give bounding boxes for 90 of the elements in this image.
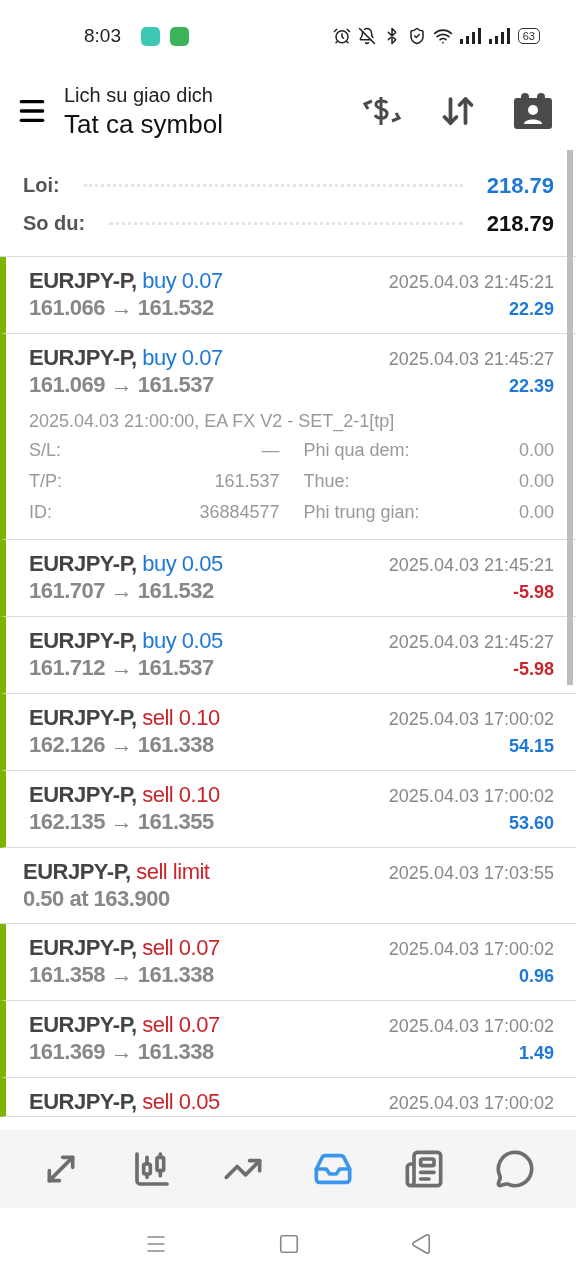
detail-label: Thue: bbox=[303, 470, 350, 493]
nav-tab[interactable] bbox=[494, 1149, 535, 1189]
deal-time: 2025.04.03 21:45:27 bbox=[388, 348, 554, 371]
detail-value: 0.00 bbox=[518, 501, 554, 524]
symbol-label: EURJPY-P, bbox=[29, 345, 137, 370]
deal-type: sell 0.10 bbox=[142, 782, 220, 807]
profit-value: -5.98 bbox=[512, 581, 554, 604]
deal-row[interactable]: EURJPY-P, sell limit 2025.04.03 17:03:55 0.50 at 163.900 bbox=[0, 848, 576, 924]
candlestick-icon bbox=[132, 1149, 172, 1189]
price-range: 161.358 → 161.338 bbox=[29, 962, 214, 988]
deal-type: sell 0.07 bbox=[142, 1012, 220, 1037]
price-range: 162.135 → 161.355 bbox=[29, 809, 214, 835]
price-range: 161.707 → 161.532 bbox=[29, 578, 214, 604]
price-range: 161.066 → 161.532 bbox=[29, 295, 214, 321]
calendar-contact-icon[interactable] bbox=[514, 93, 552, 129]
deal-type: buy 0.05 bbox=[142, 628, 223, 653]
detail-label: T/P: bbox=[29, 470, 62, 493]
nav-tab[interactable] bbox=[403, 1149, 444, 1189]
deal-row[interactable]: EURJPY-P, sell 0.10 2025.04.03 17:00:02 162.135 → 161.355 53.60 bbox=[0, 771, 576, 848]
deal-time: 2025.04.03 17:03:55 bbox=[388, 862, 554, 885]
summary-value: 218.79 bbox=[486, 209, 554, 238]
deal-type: sell limit bbox=[136, 859, 210, 884]
deal-time: 2025.04.03 17:00:02 bbox=[388, 938, 554, 961]
header-title: Tat ca symbol bbox=[64, 108, 224, 140]
profit-value: 22.29 bbox=[508, 298, 554, 321]
deal-time: 2025.04.03 21:45:27 bbox=[388, 631, 554, 654]
detail-value: 0.00 bbox=[518, 439, 554, 462]
home-icon[interactable] bbox=[278, 1233, 300, 1255]
deal-type: buy 0.07 bbox=[142, 345, 223, 370]
deal-row[interactable]: EURJPY-P, sell 0.07 2025.04.03 17:00:02 161.358 → 161.338 0.96 bbox=[0, 924, 576, 1001]
scrollbar[interactable] bbox=[567, 150, 573, 685]
detail-label: Phi trung gian: bbox=[303, 501, 420, 524]
symbol-label: EURJPY-P, bbox=[23, 859, 131, 884]
chat-icon bbox=[494, 1149, 535, 1189]
wifi-icon bbox=[432, 26, 453, 46]
summary-label: Loi: bbox=[23, 173, 60, 198]
deal-time: 2025.04.03 17:00:02 bbox=[388, 1015, 554, 1038]
price-range: 162.126 → 161.338 bbox=[29, 732, 214, 758]
symbol-label: EURJPY-P, bbox=[29, 268, 137, 293]
deal-type: buy 0.05 bbox=[142, 551, 223, 576]
profit-value: 54.15 bbox=[508, 735, 554, 758]
deal-time: 2025.04.03 21:45:21 bbox=[388, 554, 554, 577]
back-icon[interactable] bbox=[410, 1233, 432, 1255]
deal-time: 2025.04.03 17:00:02 bbox=[388, 785, 554, 808]
deal-type: sell 0.10 bbox=[142, 705, 220, 730]
deal-type: sell 0.07 bbox=[142, 935, 220, 960]
battery-icon: 63 bbox=[517, 28, 540, 44]
profit-value: -5.98 bbox=[512, 658, 554, 681]
profit-value: 22.39 bbox=[508, 375, 554, 398]
deal-row[interactable]: EURJPY-P, sell 0.05 2025.04.03 17:00:02 bbox=[0, 1078, 576, 1117]
deal-time: 2025.04.03 17:00:02 bbox=[388, 1092, 554, 1115]
symbol-label: EURJPY-P, bbox=[29, 935, 137, 960]
deal-time: 2025.04.03 17:00:02 bbox=[388, 708, 554, 731]
signal-icon bbox=[459, 28, 482, 44]
summary-label: So du: bbox=[23, 211, 86, 236]
price-range: 161.712 → 161.537 bbox=[29, 655, 214, 681]
symbol-label: EURJPY-P, bbox=[29, 551, 137, 576]
detail-value: 161.537 bbox=[214, 470, 280, 493]
shield-icon bbox=[407, 27, 426, 45]
symbol-label: EURJPY-P, bbox=[29, 628, 137, 653]
signal-icon bbox=[488, 28, 511, 44]
deal-comment: 2025.04.03 21:00:00, EA FX V2 - SET_2-1[tp] bbox=[29, 410, 396, 434]
profit-value: 1.49 bbox=[518, 1042, 554, 1065]
deal-row[interactable]: EURJPY-P, sell 0.10 2025.04.03 17:00:02 162.126 → 161.338 54.15 bbox=[0, 694, 576, 771]
detail-value: 36884577 bbox=[199, 501, 280, 524]
detail-label: S/L: bbox=[29, 439, 62, 462]
bell-off-icon bbox=[357, 27, 376, 45]
deal-type: buy 0.07 bbox=[142, 268, 223, 293]
newspaper-icon bbox=[403, 1149, 444, 1189]
profit-value: 0.96 bbox=[518, 965, 554, 988]
price-range: 161.069 → 161.537 bbox=[29, 372, 214, 398]
symbol-label: EURJPY-P, bbox=[29, 1012, 137, 1037]
clock-time: 8:03 bbox=[84, 23, 121, 48]
symbol-label: EURJPY-P, bbox=[29, 782, 137, 807]
detail-label: Phi qua dem: bbox=[303, 439, 410, 462]
detail-label: ID: bbox=[29, 501, 52, 524]
nav-tab[interactable] bbox=[132, 1149, 172, 1189]
deal-time: 2025.04.03 21:45:21 bbox=[388, 271, 554, 294]
summary-value: 218.79 bbox=[486, 171, 554, 200]
alarm-icon bbox=[332, 27, 351, 45]
symbol-label: EURJPY-P, bbox=[29, 1089, 137, 1114]
price-range: 161.369 → 161.338 bbox=[29, 1039, 214, 1065]
profit-value: 53.60 bbox=[508, 812, 554, 835]
header-subtitle: Lich su giao dich bbox=[64, 83, 214, 108]
detail-value: 0.00 bbox=[518, 470, 554, 493]
price-range: 0.50 at 163.900 bbox=[23, 886, 170, 912]
symbol-label: EURJPY-P, bbox=[29, 705, 137, 730]
detail-value: — bbox=[261, 439, 280, 462]
deal-type: sell 0.05 bbox=[142, 1089, 220, 1114]
deal-row[interactable]: EURJPY-P, sell 0.07 2025.04.03 17:00:02 161.369 → 161.338 1.49 bbox=[0, 1001, 576, 1078]
